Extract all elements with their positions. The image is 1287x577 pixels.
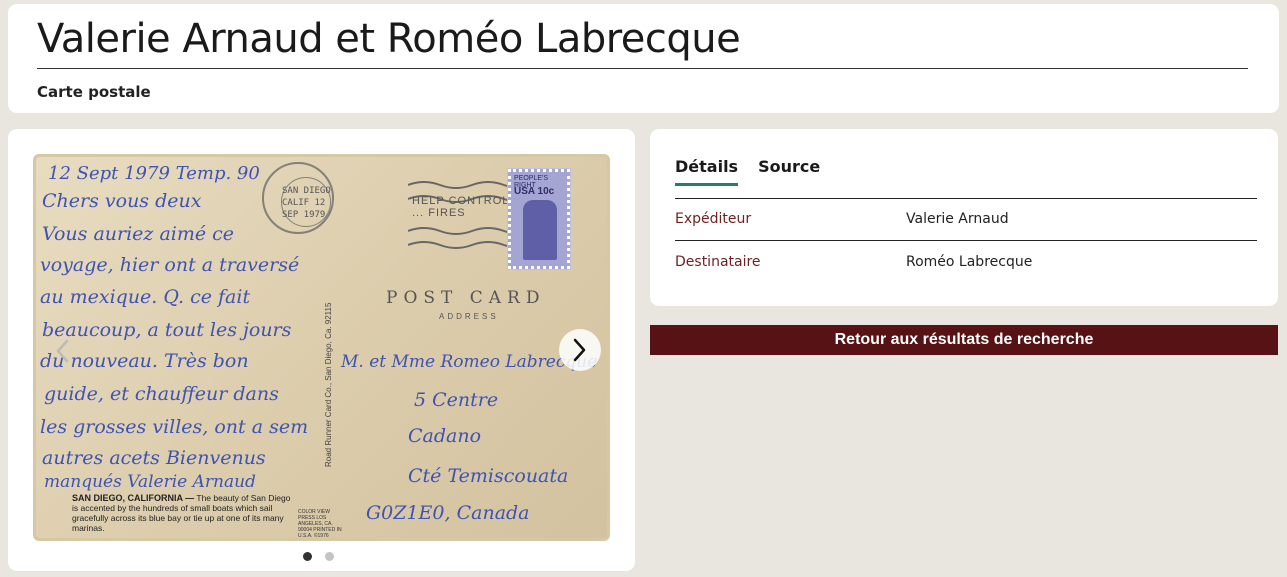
back-to-results-button[interactable]: Retour aux résultats de recherche xyxy=(650,325,1278,355)
recipient-label: Destinataire xyxy=(675,254,761,270)
address-line: 5 Centre xyxy=(414,389,499,411)
details-divider xyxy=(675,240,1257,241)
publisher-credit: Road Runner Card Co., San Diego, Ca. 921… xyxy=(324,302,333,467)
address-line: Cté Temiscouata xyxy=(408,465,569,487)
details-divider xyxy=(675,198,1257,199)
stamp-value: USA 10c xyxy=(514,186,555,197)
chevron-right-icon xyxy=(573,338,586,362)
sender-label: Expéditeur xyxy=(675,211,752,227)
page-subtitle: Carte postale xyxy=(37,83,151,101)
postcard-back: 12 Sept 1979 Temp. 90 Chers vous deux Vo… xyxy=(36,157,607,539)
previous-image-button[interactable] xyxy=(41,330,83,372)
handwriting-line: autres acets Bienvenus xyxy=(42,447,266,469)
carousel-dots xyxy=(303,552,334,561)
page-title: Valerie Arnaud et Roméo Labrecque xyxy=(37,16,741,62)
handwriting-line: beaucoup, a tout les jours xyxy=(42,319,292,341)
address-line: Cadano xyxy=(408,425,482,447)
printer-credit: COLOR VIEW PRESS LOS ANGELES, CA. 90004 … xyxy=(298,509,342,539)
details-card: Détails Source Expéditeur Valerie Arnaud… xyxy=(650,129,1278,306)
recipient-value: Roméo Labrecque xyxy=(906,254,1033,270)
handwriting-line: guide, et chauffeur dans xyxy=(44,383,279,405)
carousel-dot[interactable] xyxy=(325,552,334,561)
address-line: G0Z1E0, Canada xyxy=(366,502,530,524)
tab-details[interactable]: Détails xyxy=(675,157,739,186)
postcard-caption: SAN DIEGO, CALIFORNIA — The beauty of Sa… xyxy=(72,493,292,533)
stamp-figure xyxy=(523,200,557,260)
handwriting-line: au mexique. Q. ce fait xyxy=(40,286,251,308)
handwriting-line: Vous auriez aimé ce xyxy=(42,223,235,245)
title-divider xyxy=(37,68,1248,69)
address-heading: ADDRESS xyxy=(439,312,499,321)
cancellation-text: HELP CONTROL ... FIRES xyxy=(412,195,509,219)
caption-title: SAN DIEGO, CALIFORNIA — xyxy=(72,493,195,503)
postage-stamp: PEOPLE'S RIGHT USA 10c xyxy=(507,168,571,270)
carousel-dot[interactable] xyxy=(303,552,312,561)
tab-source[interactable]: Source xyxy=(758,157,820,186)
details-tabs: Détails Source xyxy=(675,157,820,186)
postmark-text: SAN DIEGO CALIF 12 SEP 1979 xyxy=(282,186,331,220)
postcard-heading: POST CARD xyxy=(386,288,546,308)
handwriting-line: manqués Valerie Arnaud xyxy=(44,472,256,492)
handwriting-line: les grosses villes, ont a sem xyxy=(40,416,309,438)
image-viewer-card: 12 Sept 1979 Temp. 90 Chers vous deux Vo… xyxy=(8,129,635,571)
chevron-left-icon xyxy=(56,339,69,363)
handwriting-line: Chers vous deux xyxy=(42,190,202,212)
header-card: Valerie Arnaud et Roméo Labrecque Carte … xyxy=(8,4,1279,113)
handwriting-line: 12 Sept 1979 Temp. 90 xyxy=(48,163,260,184)
postcard-image[interactable]: 12 Sept 1979 Temp. 90 Chers vous deux Vo… xyxy=(33,154,610,541)
next-image-button[interactable] xyxy=(559,329,601,371)
sender-value: Valerie Arnaud xyxy=(906,211,1009,227)
handwriting-line: voyage, hier ont a traversé xyxy=(40,254,300,276)
